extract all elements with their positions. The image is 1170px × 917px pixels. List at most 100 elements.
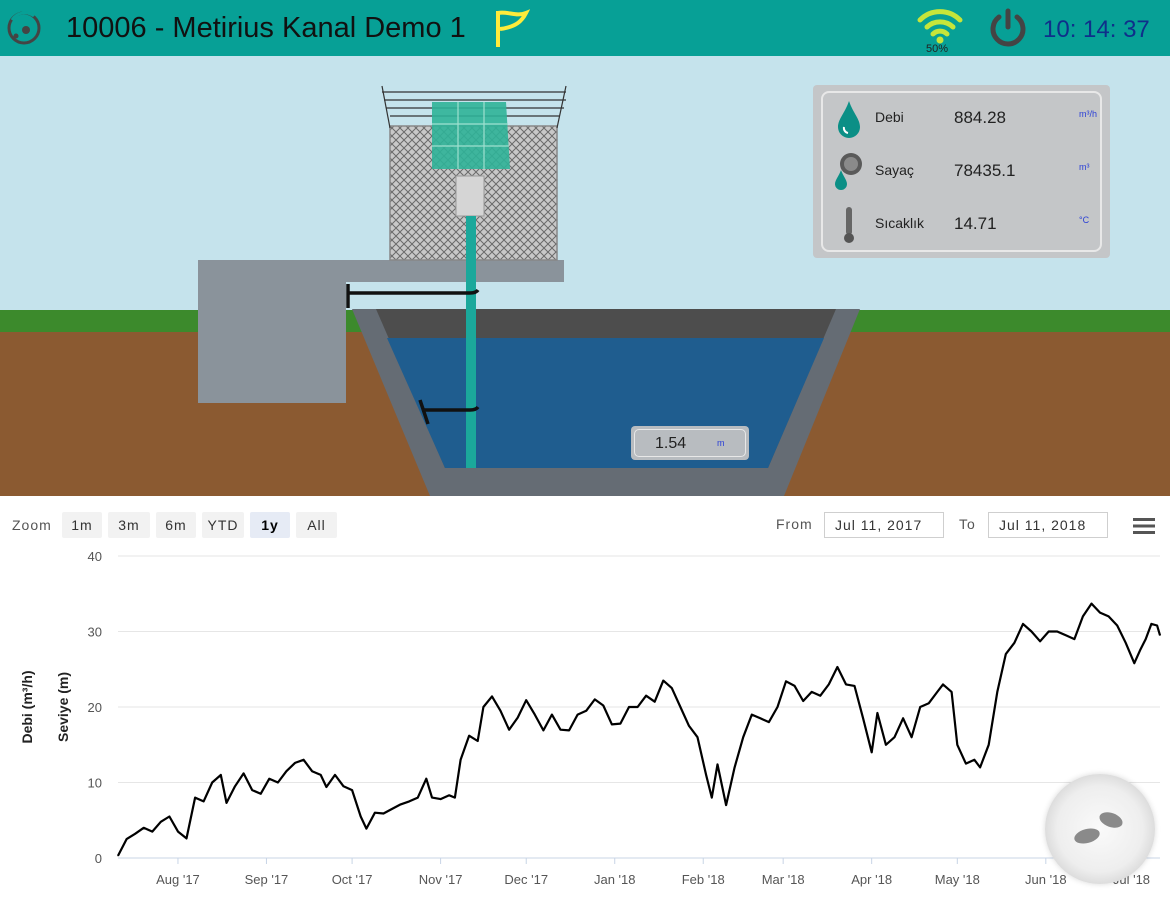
data-point <box>1073 638 1075 640</box>
page-title: 10006 - Metirius Kanal Demo 1 <box>66 12 466 44</box>
zoom-1m-button[interactable]: 1m <box>62 512 102 538</box>
to-label: To <box>959 516 976 532</box>
x-tick-label: Feb '18 <box>682 872 725 887</box>
data-point <box>1039 640 1041 642</box>
data-point <box>243 772 245 774</box>
data-point <box>360 815 362 818</box>
data-point <box>568 729 570 731</box>
data-point <box>936 691 938 693</box>
data-point <box>194 797 196 799</box>
info-unit: m³ <box>1079 162 1090 172</box>
data-point <box>671 687 673 689</box>
data-point <box>482 706 484 708</box>
data-point <box>988 744 990 746</box>
data-point <box>1013 642 1016 644</box>
water-level-inner: 1.54 m <box>634 429 746 457</box>
data-point <box>956 744 958 746</box>
data-point <box>491 695 493 697</box>
data-point <box>277 781 279 784</box>
info-label: Sıcaklık <box>875 215 925 231</box>
data-point <box>477 740 479 742</box>
y-tick-label: 20 <box>88 700 102 715</box>
line-chart: 0 10 20 30 40 Aug '17 Sep '17 Oct '17 Nov '17 Dec… <box>19 549 1162 887</box>
data-point <box>885 744 887 746</box>
data-point <box>417 797 419 799</box>
data-point <box>1099 612 1101 614</box>
flag-icon[interactable] <box>494 9 530 49</box>
data-point <box>211 781 213 784</box>
platform-deck <box>198 260 564 282</box>
data-point <box>911 736 913 738</box>
data-point <box>594 698 596 700</box>
data-point <box>876 712 879 714</box>
data-point <box>251 789 253 791</box>
data-point <box>1005 653 1007 655</box>
data-point <box>1125 642 1127 644</box>
solar-panel <box>432 102 510 169</box>
zoom-all-button[interactable]: All <box>296 512 337 538</box>
data-point <box>602 704 604 707</box>
zoom-6m-button[interactable]: 6m <box>156 512 196 538</box>
y-axis-title-seviye: Seviye (m) <box>55 672 71 742</box>
info-label: Sayaç <box>875 162 914 178</box>
logo-icon[interactable] <box>4 8 44 48</box>
y-tick-label: 30 <box>88 625 102 640</box>
data-point <box>679 706 682 708</box>
data-point <box>979 766 981 768</box>
data-point <box>794 685 796 687</box>
wifi-icon <box>917 9 963 44</box>
data-point <box>973 759 976 761</box>
from-label: From <box>776 516 813 532</box>
data-point <box>996 691 998 693</box>
zoom-ytd-button[interactable]: YTD <box>202 512 244 538</box>
x-tick-label: Mar '18 <box>762 872 805 887</box>
zoom-3m-button[interactable]: 3m <box>108 512 150 538</box>
data-point <box>1150 623 1152 625</box>
data-point <box>734 766 736 768</box>
water-level-unit: m <box>717 438 725 448</box>
data-point <box>448 794 450 796</box>
data-point <box>928 702 930 704</box>
data-point <box>845 683 847 685</box>
data-point <box>725 804 727 806</box>
data-point <box>311 770 313 772</box>
from-date-input[interactable]: Jul 11, 2017 <box>824 512 944 538</box>
zoom-1y-button[interactable]: 1y <box>250 512 290 538</box>
x-tick-label: Jan '18 <box>594 872 636 887</box>
x-tick-label: Dec '17 <box>504 872 548 887</box>
hamburger-menu-icon[interactable] <box>1133 517 1155 535</box>
data-point <box>853 685 856 687</box>
data-point <box>871 751 873 753</box>
info-label: Debi <box>875 109 904 125</box>
data-point <box>1048 630 1050 633</box>
data-point <box>425 778 427 780</box>
data-point <box>508 729 510 731</box>
info-unit: °C <box>1079 215 1090 225</box>
data-point <box>1156 624 1158 627</box>
y-tick-label: 40 <box>88 549 102 564</box>
data-point <box>160 821 162 823</box>
data-point <box>759 717 761 719</box>
data-point <box>168 815 170 818</box>
data-point <box>151 831 153 833</box>
data-point <box>1090 603 1093 605</box>
data-point <box>391 808 393 810</box>
info-row-sayac: Sayaç 78435.1 m³ <box>823 146 1104 196</box>
data-point <box>517 717 519 719</box>
fab-button[interactable] <box>1045 774 1155 884</box>
x-tick-label: Sep '17 <box>245 872 289 887</box>
zoom-label: Zoom <box>12 517 52 533</box>
data-point <box>751 714 753 716</box>
data-point <box>220 774 222 776</box>
power-icon[interactable] <box>987 7 1029 49</box>
data-point <box>234 785 236 787</box>
to-date-input[interactable]: Jul 11, 2018 <box>988 512 1108 538</box>
data-point <box>334 774 336 776</box>
data-point <box>551 714 553 716</box>
footprints-icon <box>1074 812 1123 844</box>
sensor-head <box>455 175 485 217</box>
x-tick-label: Aug '17 <box>156 872 200 887</box>
data-point <box>1082 615 1084 617</box>
data-point <box>117 855 119 857</box>
data-point <box>1116 624 1118 627</box>
